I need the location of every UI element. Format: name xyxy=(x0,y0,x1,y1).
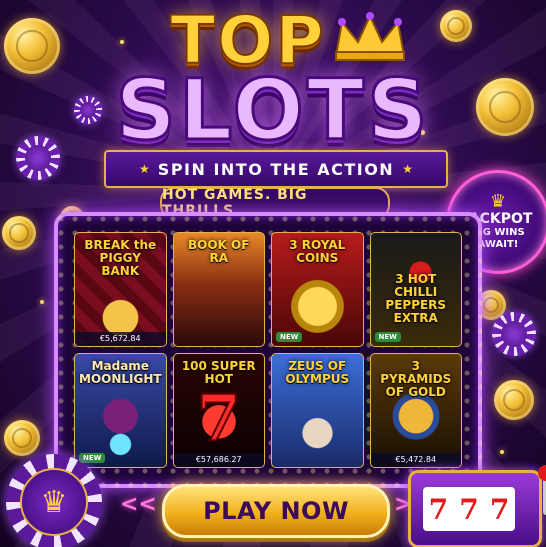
reel-seven: 7 xyxy=(459,492,479,526)
poker-chip-icon: ♛ xyxy=(6,454,102,547)
play-now-label: PLAY NOW xyxy=(203,497,349,525)
new-badge: NEW xyxy=(276,332,303,342)
reel-seven: 7 xyxy=(489,492,510,526)
game-tile-book-of-ra[interactable]: BOOK OF RA xyxy=(172,232,265,347)
ribbon-text: SPIN INTO THE ACTION xyxy=(157,159,395,179)
games-board: BREAK the PIGGY BANK €5,672.84 BOOK OF R… xyxy=(54,212,482,488)
sparkle-icon xyxy=(500,450,504,454)
game-title: 3 HOT CHILLI PEPPERS EXTRA xyxy=(385,272,447,325)
chevron-left-icon: << xyxy=(120,492,157,517)
game-title: 3 ROYAL COINS xyxy=(289,238,346,265)
game-tile-100-super-hot[interactable]: 100 SUPER HOT 7 €57,686.27 xyxy=(172,353,265,468)
game-tile-pyramids-of-gold[interactable]: 3 PYRAMIDS OF GOLD €5,472.84 xyxy=(369,353,462,468)
jackpot-amount: €57,686.27 xyxy=(173,453,264,467)
crown-icon: ♛ xyxy=(20,468,88,536)
seven-icon: 7 xyxy=(195,380,242,457)
game-tile-hot-chilli[interactable]: 3 HOT CHILLI PEPPERS EXTRA NEW xyxy=(369,232,462,347)
gold-coin-icon xyxy=(2,216,36,250)
games-grid: BREAK the PIGGY BANK €5,672.84 BOOK OF R… xyxy=(74,232,462,468)
jackpot-line2: AWAIT! xyxy=(477,239,519,250)
game-tile-madame-moonlight[interactable]: Madame MOONLIGHT NEW xyxy=(74,353,167,468)
sparkle-icon xyxy=(120,40,124,44)
crown-icon: ♛ xyxy=(489,191,507,212)
title-slots: SLOTS xyxy=(114,61,431,159)
reel-seven: 7 xyxy=(428,492,449,526)
game-title: Madame MOONLIGHT xyxy=(79,359,162,386)
game-title: ZEUS OF OLYMPUS xyxy=(285,359,350,386)
new-badge: NEW xyxy=(79,453,106,463)
ribbon-banner: ★ SPIN INTO THE ACTION ★ xyxy=(104,150,448,188)
game-title: BOOK OF RA xyxy=(188,238,250,265)
game-title: BREAK the PIGGY BANK xyxy=(84,238,157,278)
crown-icon xyxy=(334,12,406,61)
gold-coin-icon xyxy=(4,420,40,456)
slot-reels: 7 7 7 xyxy=(423,487,515,531)
gold-coin-icon xyxy=(4,18,60,74)
game-tile-piggy-bank[interactable]: BREAK the PIGGY BANK €5,672.84 xyxy=(74,232,167,347)
jackpot-amount: €5,472.84 xyxy=(370,453,461,467)
gold-coin-icon xyxy=(440,10,472,42)
game-tile-zeus-of-olympus[interactable]: ZEUS OF OLYMPUS xyxy=(271,353,364,468)
play-now-button[interactable]: PLAY NOW xyxy=(162,484,390,538)
poker-chip-icon xyxy=(16,136,60,180)
gold-coin-icon xyxy=(494,380,534,420)
star-icon: ★ xyxy=(402,162,413,176)
star-icon: ★ xyxy=(139,162,150,176)
poker-chip-icon xyxy=(492,312,536,356)
game-tile-royal-coins[interactable]: 3 ROYAL COINS NEW xyxy=(271,232,364,347)
slot-machine-icon: 7 7 7 xyxy=(408,465,546,547)
jackpot-amount: €5,672.84 xyxy=(75,332,166,346)
new-badge: NEW xyxy=(374,332,401,342)
promo-banner: TOP SLOTS ★ SPIN INTO THE ACTION ★ HOT G… xyxy=(0,0,546,547)
gold-coin-icon xyxy=(476,78,534,136)
sparkle-icon xyxy=(40,300,44,304)
game-title: 3 PYRAMIDS OF GOLD xyxy=(380,359,452,399)
